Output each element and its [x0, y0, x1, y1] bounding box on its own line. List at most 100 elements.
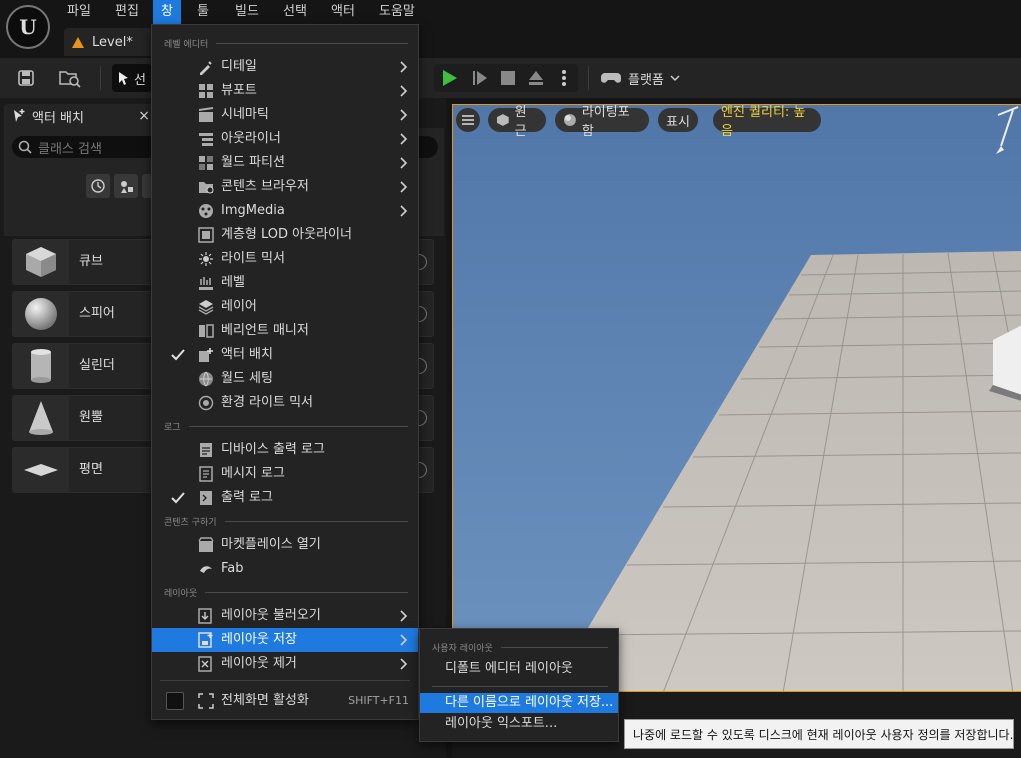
eject-icon[interactable] [524, 66, 548, 90]
menu-item-env-light-mixer[interactable]: 환경 라이트 믹서 [152, 391, 418, 415]
basic-filter-button[interactable] [114, 174, 138, 198]
menu-build[interactable]: 빌드 [227, 0, 267, 24]
cinematics-icon [198, 107, 214, 122]
menu-item-outliner[interactable]: 아웃라이너 [152, 127, 418, 151]
menu-item-save-layout-as[interactable]: 다른 이름으로 레이아웃 저장... [420, 693, 618, 713]
menu-edit[interactable]: 편집 [107, 0, 147, 24]
menu-item-place-actors[interactable]: 액터 배치 [152, 343, 418, 367]
sphere-icon [13, 292, 69, 336]
save-icon[interactable] [14, 66, 38, 90]
lighting-button[interactable]: 라이팅포함 [555, 105, 649, 139]
menu-item-imgmedia[interactable]: ImgMedia [152, 199, 418, 223]
stop-icon[interactable] [496, 66, 520, 90]
menu-item-viewport[interactable]: 뷰포트 [152, 79, 418, 103]
menu-item-label: 액터 배치 [221, 347, 273, 362]
menu-item-default-editor-layout[interactable]: 디폴트 에디터 레이아웃 [420, 659, 618, 679]
menu-item-world-partition[interactable]: 월드 파티션 [152, 151, 418, 175]
actor-label: 원뿔 [79, 410, 103, 425]
cube-icon [13, 240, 69, 284]
menu-actor[interactable]: 액터 [323, 0, 363, 24]
step-icon[interactable] [468, 66, 492, 90]
variant-manager-icon [199, 324, 214, 338]
platforms-label: 플랫폼 [628, 72, 664, 88]
world-settings-icon [199, 371, 213, 387]
show-button[interactable]: 표시 [658, 108, 698, 132]
chevron-right-icon [400, 157, 408, 169]
menu-divider [432, 686, 608, 687]
menu-item-world-settings[interactable]: 월드 세팅 [152, 367, 418, 391]
menu-window[interactable]: 창 [153, 0, 181, 24]
engine-quality-button[interactable]: 엔진 퀄리티: 높음 [713, 105, 821, 139]
shortcut-label: SHIFT+F11 [348, 694, 409, 707]
menu-item-light-mixer[interactable]: 라이트 믹서 [152, 247, 418, 271]
panel-tab[interactable]: 액터 배치 × [4, 104, 154, 128]
recent-filter-button[interactable] [86, 174, 110, 198]
toolbar-separator [588, 66, 589, 90]
menu-item-content-browser[interactable]: 콘텐츠 브라우저 [152, 175, 418, 199]
menu-item-label: 전체화면 활성화 [221, 693, 309, 708]
save-layout-icon [198, 632, 213, 648]
message-log-icon [199, 466, 213, 482]
menu-tools[interactable]: 툴 [189, 0, 217, 24]
level-viewport[interactable] [452, 104, 1021, 692]
output-log-icon [200, 491, 212, 505]
menu-help[interactable]: 도움말 [371, 0, 423, 24]
menu-item-label: 레이어 [221, 299, 257, 314]
perspective-button[interactable]: 원근 [488, 105, 546, 139]
menu-item-label: 라이트 믹서 [221, 251, 285, 266]
menu-item-output-log[interactable]: 출력 로그 [152, 486, 418, 510]
content-browser-icon [199, 182, 214, 194]
fullscreen-checkbox[interactable] [166, 692, 184, 710]
menu-item-fab[interactable]: Fab [152, 557, 418, 581]
menu-item-save-layout[interactable]: 레이아웃 저장 [152, 628, 418, 652]
actor-label: 큐브 [79, 254, 103, 269]
menu-item-label: 뷰포트 [221, 83, 257, 98]
menu-item-label: 레이아웃 익스포트... [445, 716, 558, 731]
chevron-right-icon [400, 133, 408, 145]
unreal-logo-icon[interactable]: U [6, 5, 50, 49]
menu-file[interactable]: 파일 [59, 0, 99, 24]
more-icon[interactable] [552, 66, 576, 90]
viewport-menu-button[interactable] [456, 108, 480, 132]
menu-item-load-layout[interactable]: 레이아웃 불러오기 [152, 604, 418, 628]
details-icon [200, 61, 212, 75]
actor-label: 실린더 [79, 358, 115, 373]
menu-item-layers[interactable]: 레이어 [152, 295, 418, 319]
menu-item-cinematics[interactable]: 시네마틱 [152, 103, 418, 127]
chevron-right-icon [400, 610, 408, 622]
chevron-right-icon [400, 658, 408, 670]
viewport-icon [199, 84, 213, 98]
menu-item-label: 메시지 로그 [221, 466, 285, 481]
menu-item-label: 디테일 [221, 59, 257, 74]
marketplace-icon [198, 537, 214, 552]
menu-item-message-log[interactable]: 메시지 로그 [152, 462, 418, 486]
section-header-user-layouts: 사용자 레이아웃 [432, 641, 608, 654]
platforms-button[interactable]: 플랫폼 [600, 64, 690, 92]
menu-item-marketplace[interactable]: 마켓플레이스 열기 [152, 533, 418, 557]
cone-icon [13, 396, 69, 440]
menu-item-label: Fab [221, 561, 244, 576]
menu-item-label: 월드 세팅 [221, 371, 273, 386]
menu-item-device-log[interactable]: 디바이스 출력 로그 [152, 438, 418, 462]
play-icon[interactable] [438, 66, 462, 90]
menu-item-details[interactable]: 디테일 [152, 55, 418, 79]
chevron-right-icon [400, 634, 408, 646]
level-tab[interactable]: Level* [64, 28, 154, 56]
lit-sphere-icon [563, 114, 576, 126]
shapes-icon [121, 181, 133, 193]
close-icon[interactable]: × [138, 108, 150, 124]
content-browser-icon[interactable] [58, 66, 82, 90]
menu-item-variant-manager[interactable]: 베리언트 매니저 [152, 319, 418, 343]
lighting-label: 라이팅포함 [581, 105, 630, 139]
menu-item-remove-layout[interactable]: 레이아웃 제거 [152, 652, 418, 676]
light-mixer-icon [199, 252, 213, 266]
section-header-layout: 레이아웃 [164, 586, 408, 599]
menu-item-levels[interactable]: 레벨 [152, 271, 418, 295]
select-mode-button[interactable]: 선 [112, 64, 152, 92]
viewport-scene [453, 105, 1021, 691]
menu-item-fullscreen[interactable]: 전체화면 활성화 SHIFT+F11 [152, 689, 418, 713]
menu-select[interactable]: 선택 [275, 0, 315, 24]
section-header-level-editor: 레벨 에디터 [164, 37, 408, 50]
menu-item-export-layout[interactable]: 레이아웃 익스포트... [420, 714, 618, 734]
menu-item-hlod[interactable]: 계층형 LOD 아웃라이너 [152, 223, 418, 247]
